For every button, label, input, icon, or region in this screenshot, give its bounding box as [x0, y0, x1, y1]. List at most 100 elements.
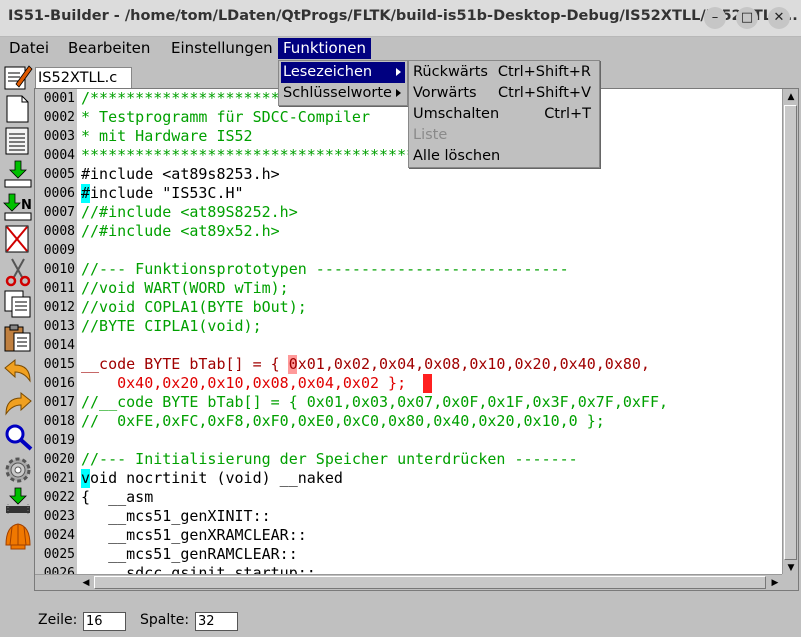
line-text: * Testprogramm für SDCC-Compiler: [81, 108, 370, 126]
line-number: 0015: [35, 355, 77, 374]
line-number: 0006: [35, 184, 77, 203]
line-text: //BYTE CIPLA1(void);: [81, 317, 262, 335]
line-text: //void WART(WORD wTim);: [81, 279, 289, 297]
line-number: 0005: [35, 165, 77, 184]
line-number: 0002: [35, 108, 77, 127]
line-number: 0020: [35, 450, 77, 469]
line-number: 0010: [35, 260, 77, 279]
line-number: 0023: [35, 507, 77, 526]
menu-item-label: Umschalten: [413, 106, 500, 122]
menu-item-lesezeichen[interactable]: Lesezeichen: [281, 62, 405, 83]
insert-icon[interactable]: [2, 159, 34, 189]
download-chip-icon[interactable]: [2, 487, 34, 517]
column-label: Spalte:: [140, 612, 190, 628]
vertical-scrollbar[interactable]: ▲ ▼: [782, 89, 798, 576]
line-text: // 0xFE,0xFC,0xF8,0xF0,0xE0,0xC0,0x80,0x…: [81, 412, 605, 430]
line-field[interactable]: 16: [83, 612, 126, 631]
line-text: //#include <at89x52.h>: [81, 222, 280, 240]
menu-item-shortcut: Ctrl+T: [544, 106, 591, 122]
close-button[interactable]: ✕: [768, 7, 790, 29]
line-number: 0003: [35, 127, 77, 146]
line-number: 0008: [35, 222, 77, 241]
line-text: __mcs51_genXINIT::: [81, 507, 271, 525]
submenu-arrow-icon: [396, 89, 401, 97]
scroll-down-icon[interactable]: ▼: [784, 561, 798, 575]
line-text: 0x40,0x20,0x10,0x08,0x04,0x02 };: [81, 374, 407, 392]
line-number: 0021: [35, 469, 77, 488]
menu-item-schluesselworte[interactable]: Schlüsselworte: [281, 83, 405, 104]
cut-icon[interactable]: [2, 257, 34, 287]
menu-item-label: Alle löschen: [413, 148, 501, 164]
scroll-right-icon[interactable]: ▶: [768, 576, 782, 590]
submenu-arrow-icon: [396, 68, 401, 76]
line-number: 0018: [35, 412, 77, 431]
line-number: 0016: [35, 374, 77, 393]
menu-item-label: Lesezeichen: [283, 64, 373, 80]
line-text: //#include <at89S8252.h>: [81, 203, 298, 221]
settings-icon[interactable]: [2, 455, 34, 485]
undo-icon[interactable]: [2, 357, 34, 387]
line-text: void nocrtinit (void) __naked: [81, 469, 343, 487]
line-number: 0012: [35, 298, 77, 317]
menu-datei[interactable]: Datei: [4, 38, 54, 59]
paste-icon[interactable]: [2, 323, 34, 353]
new-file-icon[interactable]: [2, 94, 34, 124]
scroll-left-icon[interactable]: ◀: [79, 576, 93, 590]
line-text: * mit Hardware IS52: [81, 127, 253, 145]
column-field[interactable]: 32: [195, 612, 238, 631]
menu-item-shortcut: Ctrl+Shift+V: [498, 85, 591, 101]
line-text: __code BYTE bTab[] = { 0x01,0x02,0x04,0x…: [81, 355, 650, 373]
line-label: Zeile:: [38, 612, 78, 628]
menu-einstellungen[interactable]: Einstellungen: [166, 38, 278, 59]
line-text: #include <at89s8253.h>: [81, 165, 280, 183]
scroll-up-icon[interactable]: ▲: [784, 90, 798, 104]
line-number: 0011: [35, 279, 77, 298]
menu-bar: Datei Bearbeiten Einstellungen Funktione…: [0, 38, 801, 60]
edit-icon[interactable]: [2, 62, 34, 92]
search-icon[interactable]: [2, 422, 34, 452]
line-number: 0007: [35, 203, 77, 222]
menu-item-label: Rückwärts: [413, 64, 488, 80]
lesezeichen-submenu: Rückwärts Ctrl+Shift+R Vorwärts Ctrl+Shi…: [408, 60, 600, 168]
redo-icon[interactable]: [2, 390, 34, 420]
line-text: //--- Funktionsprototypen --------------…: [81, 260, 569, 278]
menu-bearbeiten[interactable]: Bearbeiten: [63, 38, 155, 59]
status-bar: Zeile: 16 Spalte: 32: [0, 603, 801, 637]
vertical-scroll-thumb[interactable]: [784, 105, 797, 560]
menu-item-label: Liste: [413, 127, 448, 143]
menu-item-liste: Liste: [411, 125, 597, 146]
menu-item-alle-loeschen[interactable]: Alle löschen: [411, 146, 597, 167]
line-text: //__code BYTE bTab[] = { 0x01,0x03,0x07,…: [81, 393, 668, 411]
title-bar: IS51-Builder - /home/tom/LDaten/QtProgs/…: [0, 0, 801, 37]
tab-is52xtll-c[interactable]: IS52XTLL.c: [35, 67, 132, 89]
scrollbar-corner: [782, 574, 798, 590]
line-text: #include "IS53C.H": [81, 184, 244, 202]
maximize-button[interactable]: □: [736, 7, 758, 29]
insert-next-icon[interactable]: N: [2, 192, 34, 222]
line-number: 0017: [35, 393, 77, 412]
line-number: 0019: [35, 431, 77, 450]
window-title: IS51-Builder - /home/tom/LDaten/QtProgs/…: [8, 8, 798, 24]
menu-funktionen[interactable]: Funktionen: [278, 38, 371, 59]
line-number: 0001: [35, 89, 77, 108]
open-file-icon[interactable]: [2, 126, 34, 156]
shell-icon[interactable]: [2, 521, 34, 551]
copy-icon[interactable]: [2, 289, 34, 319]
minimize-button[interactable]: –: [704, 7, 726, 29]
menu-item-vorwaerts[interactable]: Vorwärts Ctrl+Shift+V: [411, 83, 597, 104]
line-number: 0025: [35, 545, 77, 564]
svg-text:N: N: [21, 198, 32, 213]
horizontal-scrollbar[interactable]: ◀ ▶: [35, 574, 784, 590]
line-number: 0013: [35, 317, 77, 336]
close-file-icon[interactable]: [2, 224, 34, 254]
menu-item-label: Vorwärts: [413, 85, 477, 101]
line-number: 0004: [35, 146, 77, 165]
menu-item-umschalten[interactable]: Umschalten Ctrl+T: [411, 104, 597, 125]
horizontal-scroll-thumb[interactable]: [94, 576, 766, 589]
menu-item-rueckwaerts[interactable]: Rückwärts Ctrl+Shift+R: [411, 62, 597, 83]
menu-item-shortcut: Ctrl+Shift+R: [497, 64, 591, 80]
line-text: __mcs51_genRAMCLEAR::: [81, 545, 298, 563]
line-text: //--- Initialisierung der Speicher unter…: [81, 450, 578, 468]
line-number: 0009: [35, 241, 77, 260]
line-number: 0022: [35, 488, 77, 507]
